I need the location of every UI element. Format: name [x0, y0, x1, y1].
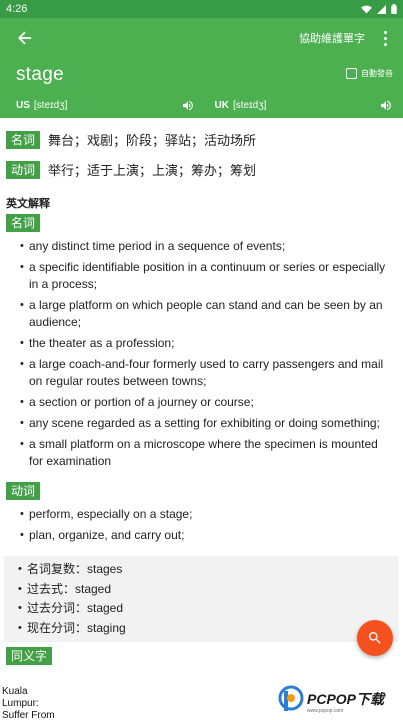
definition-item: perform, especially on a stage;: [20, 506, 393, 523]
watermark-subtext: www.pcpop.com: [307, 708, 344, 714]
speaker-icon[interactable]: [181, 99, 195, 112]
pronunciation-uk: UK [steɪdʒ]: [205, 96, 403, 114]
more-options-button[interactable]: [377, 28, 393, 48]
pronunciation-us: US [steɪdʒ]: [0, 96, 205, 114]
definition-item: the theater as a profession;: [20, 335, 393, 352]
basic-meaning-verb: 动词 举行；适于上演；上演；筹办；筹划: [0, 160, 403, 179]
battery-icon: [391, 4, 397, 14]
us-ipa: [steɪdʒ]: [33, 99, 68, 111]
autoplay-label: 自動發音: [361, 69, 393, 78]
autoplay-checkbox[interactable]: [346, 68, 357, 79]
status-time: 4:26: [6, 3, 28, 15]
speaker-icon[interactable]: [379, 99, 393, 112]
synonym-list: Kuala Lumpur: Suffer From: [2, 686, 55, 720]
pos-tag-noun: 名词: [6, 130, 41, 149]
app-bar: 協助維護單字 stage 自動發音 US [steɪdʒ] UK [steɪdʒ]: [0, 18, 403, 118]
synonym-tag: 同义字: [6, 647, 53, 665]
pos-tag-verb: 动词: [6, 160, 41, 179]
synonym-item[interactable]: Lumpur:: [2, 698, 55, 710]
search-fab[interactable]: [357, 620, 393, 656]
watermark: PCPOP下载 www.pcpop.com: [278, 684, 402, 714]
status-icons: [361, 4, 397, 14]
wifi-icon: [361, 5, 372, 14]
meaning-text: 举行；适于上演；上演；筹办；筹划: [48, 163, 257, 178]
definition-item: a section or portion of a journey or cou…: [20, 394, 393, 411]
word-form-item: 现在分词：staging: [18, 619, 399, 639]
word-form-item: 名词复数：stages: [18, 560, 399, 580]
definition-item: a specific identifiable position in a co…: [20, 259, 393, 293]
pos-tag-verb: 动词: [6, 482, 41, 500]
word-form-item: 过去分词：staged: [18, 599, 399, 619]
definition-item: a large coach-and-four formerly used to …: [20, 356, 393, 390]
word-forms-box: 名词复数：stages 过去式：staged 过去分词：staged 现在分词：…: [4, 556, 399, 642]
verb-definitions: perform, especially on a stage; plan, or…: [0, 500, 403, 544]
definition-item: a small platform on a microscope where t…: [20, 436, 393, 470]
definition-item: plan, organize, and carry out;: [20, 527, 393, 544]
definition-content: 名词 舞台；戏剧；阶段；驿站；活动场所 动词 举行；适于上演；上演；筹办；筹划 …: [0, 118, 403, 720]
uk-ipa: [steɪdʒ]: [232, 99, 267, 111]
definition-item: any distinct time period in a sequence o…: [20, 238, 393, 255]
uk-label: UK: [214, 99, 229, 111]
more-vert-icon: [383, 30, 387, 34]
help-maintain-button[interactable]: 協助維護單字: [299, 30, 365, 46]
arrow-left-icon: [18, 31, 32, 45]
back-button[interactable]: [14, 27, 36, 49]
definition-item: any scene regarded as a setting for exhi…: [20, 415, 393, 432]
meaning-text: 舞台；戏剧；阶段；驿站；活动场所: [48, 133, 257, 148]
noun-definitions: any distinct time period in a sequence o…: [0, 232, 403, 470]
pcpop-logo-icon: [278, 685, 304, 711]
pos-tag-noun: 名词: [6, 214, 41, 232]
search-icon: [368, 632, 381, 644]
synonym-item[interactable]: Kuala: [2, 686, 55, 698]
english-explanation-title: 英文解释: [6, 198, 50, 210]
us-label: US: [16, 99, 30, 111]
word-title: stage: [16, 64, 64, 85]
watermark-text: PCPOP下载: [307, 691, 385, 707]
synonym-item[interactable]: Suffer From: [2, 710, 55, 720]
pronunciation-row: US [steɪdʒ] UK [steɪdʒ]: [0, 96, 403, 114]
signal-icon: [377, 4, 386, 14]
definition-item: a large platform on which people can sta…: [20, 297, 393, 331]
status-bar: 4:26: [0, 0, 403, 18]
word-form-item: 过去式：staged: [18, 580, 399, 600]
basic-meaning-noun: 名词 舞台；戏剧；阶段；驿站；活动场所: [0, 130, 403, 149]
autoplay-toggle[interactable]: 自動發音: [346, 68, 393, 79]
